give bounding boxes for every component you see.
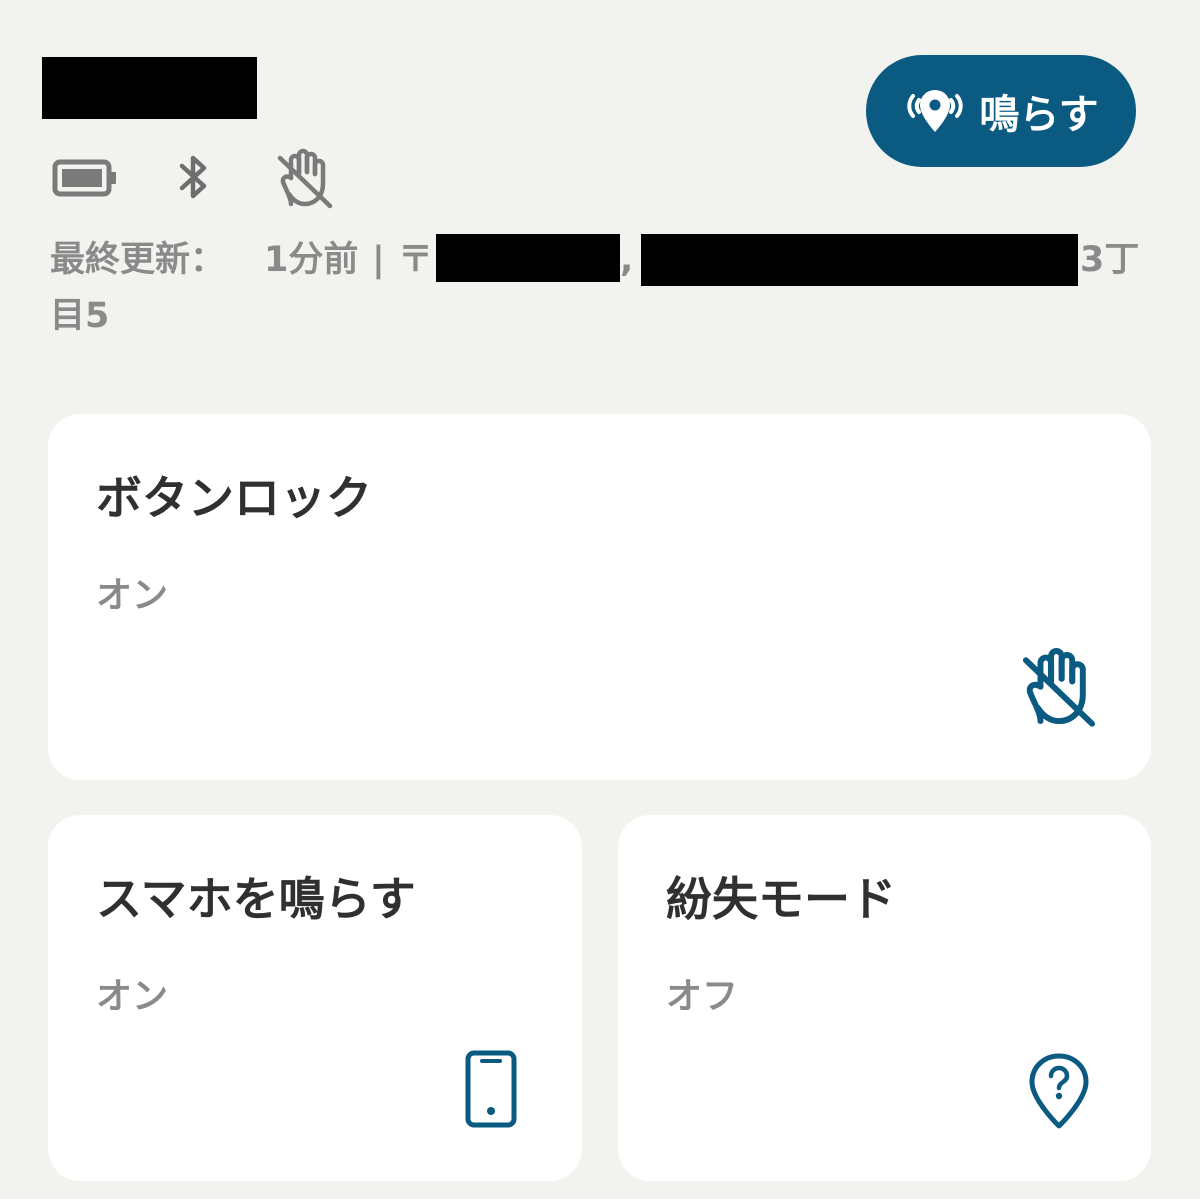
button-lock-card[interactable]: ボタンロック オン bbox=[48, 414, 1151, 780]
device-name-redacted bbox=[42, 57, 257, 119]
ring-phone-card[interactable]: スマホを鳴らす オン bbox=[48, 815, 582, 1181]
ring-phone-value: オン bbox=[96, 976, 169, 1017]
address-redacted-2 bbox=[641, 234, 1078, 286]
lost-mode-value: オフ bbox=[666, 976, 739, 1017]
last-updated-separator: | bbox=[372, 240, 385, 280]
last-updated-prefix: 最終更新： bbox=[50, 240, 226, 280]
lost-mode-card[interactable]: 紛失モード オフ bbox=[618, 815, 1151, 1181]
button-lock-value: オン bbox=[96, 575, 169, 616]
address-comma: , bbox=[620, 240, 634, 280]
ring-phone-title: スマホを鳴らす bbox=[96, 872, 416, 926]
address-suffix-1: 3丁 bbox=[1080, 240, 1140, 280]
address-suffix-2: 目5 bbox=[50, 296, 110, 336]
hand-lock-off-icon bbox=[1018, 646, 1100, 734]
last-updated: 最終更新： 1分前 | 〒 , 3丁 目5 bbox=[50, 232, 1160, 344]
ring-button-label: 鳴らす bbox=[979, 92, 1099, 138]
battery-icon bbox=[52, 156, 118, 204]
bluetooth-icon bbox=[174, 152, 214, 206]
smartphone-icon bbox=[464, 1049, 518, 1133]
hand-lock-off-icon bbox=[274, 148, 336, 214]
button-lock-title: ボタンロック bbox=[96, 471, 372, 525]
lost-mode-title: 紛失モード bbox=[666, 872, 896, 926]
location-question-icon bbox=[1026, 1051, 1092, 1135]
location-ring-icon bbox=[903, 86, 967, 136]
address-redacted-1 bbox=[436, 234, 620, 282]
ring-button[interactable]: 鳴らす bbox=[866, 55, 1136, 167]
postal-mark: 〒 bbox=[398, 240, 434, 280]
last-updated-time: 1分前 bbox=[264, 240, 359, 280]
